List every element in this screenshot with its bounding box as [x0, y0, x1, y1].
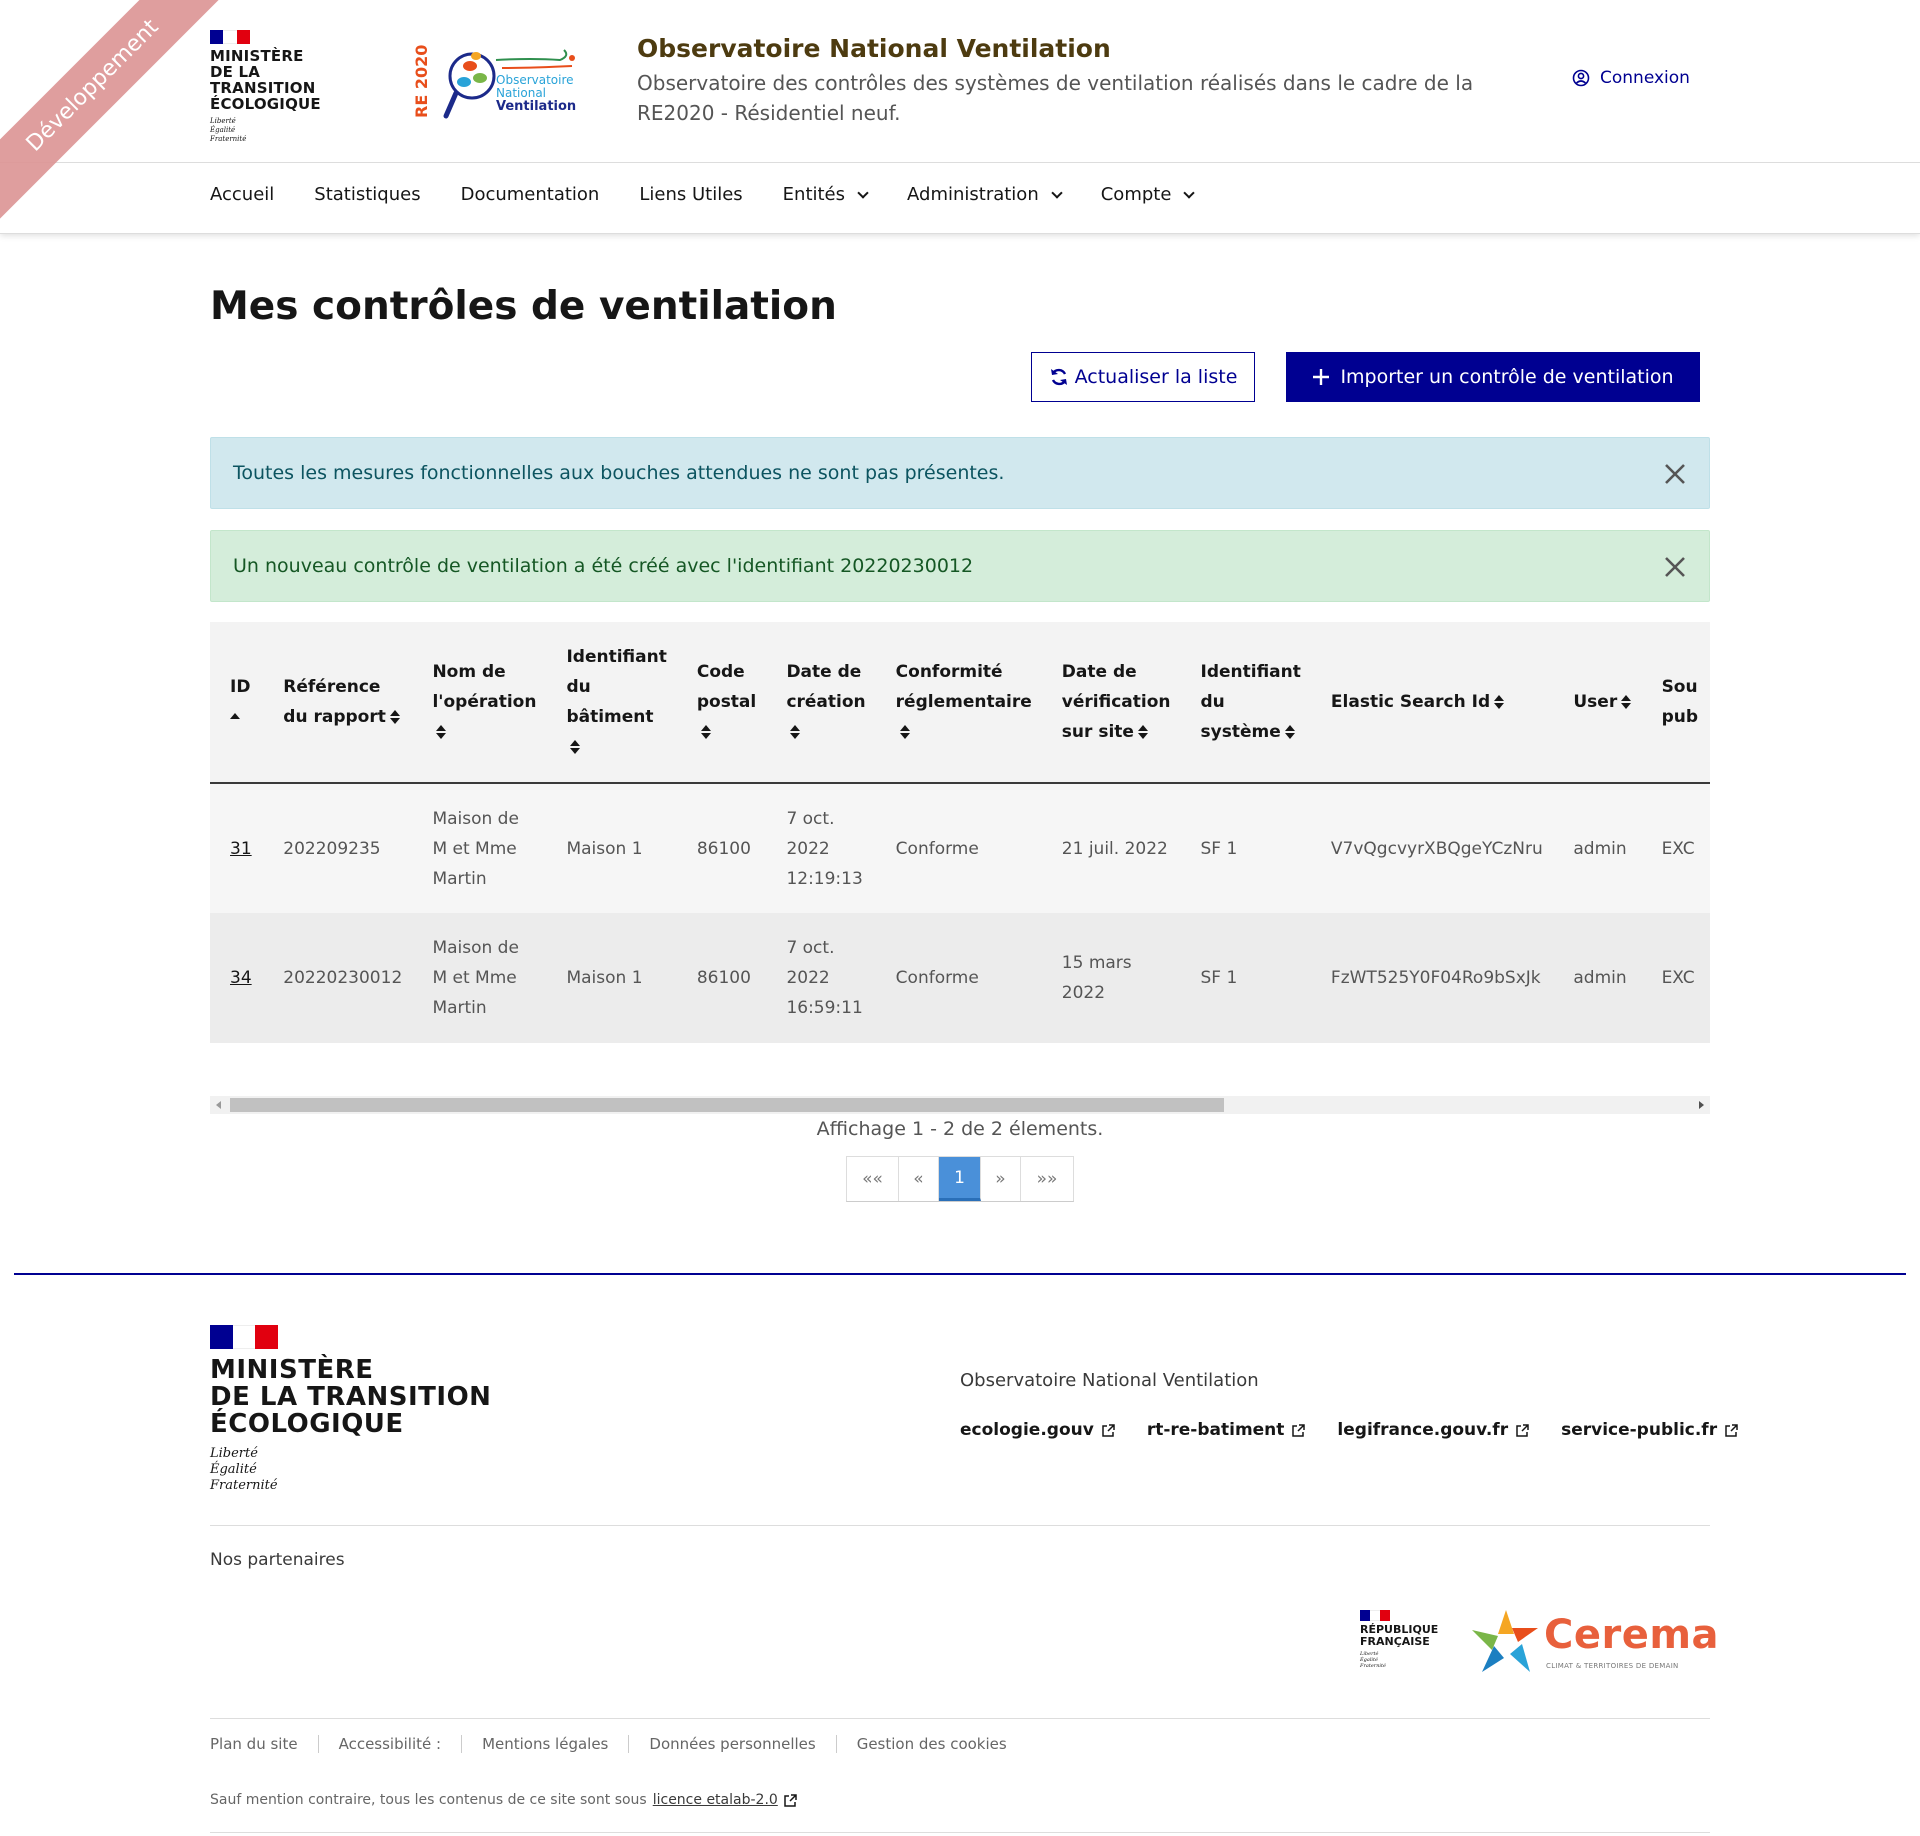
footer-link-legifrance[interactable]: legifrance.gouv.fr	[1337, 1420, 1529, 1440]
french-flag-icon	[210, 1325, 279, 1349]
column-header-source[interactable]: Sou pub	[1642, 622, 1710, 783]
row-id-link[interactable]: 34	[230, 968, 252, 988]
close-icon[interactable]	[1661, 553, 1689, 581]
column-header-user[interactable]: User	[1553, 622, 1641, 783]
controls-table: ID Référence du rapport Nom de l'opérati…	[210, 622, 1710, 1043]
sort-icon	[1621, 695, 1632, 709]
external-link-icon	[1516, 1423, 1529, 1437]
footer-link-ecologie[interactable]: ecologie.gouv	[960, 1420, 1115, 1440]
link-gestion-cookies[interactable]: Gestion des cookies	[835, 1735, 1027, 1753]
main-nav: Accueil Statistiques Documentation Liens…	[210, 162, 1920, 234]
success-alert: Un nouveau contrôle de ventilation a été…	[210, 530, 1710, 602]
horizontal-scrollbar[interactable]	[210, 1096, 1710, 1114]
sort-icon	[899, 725, 910, 739]
environment-ribbon: Développement	[0, 0, 230, 223]
plus-icon	[1313, 369, 1330, 385]
footer-ministry-logo[interactable]: MINISTÈRE DE LA TRANSITION ÉCOLOGIQUE Li…	[210, 1325, 491, 1494]
site-title[interactable]: Observatoire National Ventilation	[637, 34, 1111, 63]
page-button-current[interactable]: 1	[939, 1157, 981, 1201]
external-link-icon	[1725, 1423, 1738, 1437]
sort-icon	[436, 725, 447, 739]
republique-francaise-logo[interactable]: RÉPUBLIQUE FRANÇAISE Liberté Égalité Fra…	[1360, 1610, 1440, 1669]
column-header-batiment[interactable]: Identifiant du bâtiment	[546, 622, 676, 783]
row-id-link[interactable]: 31	[230, 839, 252, 859]
scrollbar-thumb[interactable]	[230, 1098, 1224, 1112]
nav-item-compte[interactable]: Compte	[1101, 184, 1196, 205]
column-header-conformite[interactable]: Conformité réglementaire	[876, 622, 1042, 783]
external-link-icon	[1102, 1423, 1115, 1437]
sort-icon	[1284, 725, 1295, 739]
column-header-operation[interactable]: Nom de l'opération	[412, 622, 546, 783]
sort-icon	[790, 725, 801, 739]
nav-item-liens-utiles[interactable]: Liens Utiles	[639, 184, 742, 205]
nav-item-statistiques[interactable]: Statistiques	[314, 184, 420, 205]
controls-table-container[interactable]: ID Référence du rapport Nom de l'opérati…	[210, 622, 1710, 1046]
link-donnees-personnelles[interactable]: Données personnelles	[628, 1735, 835, 1753]
import-control-button[interactable]: Importer un contrôle de ventilation	[1286, 352, 1700, 402]
partners-label: Nos partenaires	[210, 1550, 345, 1570]
column-header-date-creation[interactable]: Date de création	[766, 622, 875, 783]
scroll-left-icon[interactable]	[216, 1101, 221, 1109]
sort-icon	[700, 725, 711, 739]
footer-links: ecologie.gouv rt-re-batiment legifrance.…	[960, 1420, 1738, 1440]
next-page-button[interactable]: »	[981, 1157, 1021, 1201]
sort-icon	[570, 740, 581, 754]
refresh-icon	[1050, 368, 1067, 386]
licence-link[interactable]: licence etalab-2.0	[653, 1792, 778, 1808]
chevron-down-icon	[857, 186, 869, 199]
table-header-row: ID Référence du rapport Nom de l'opérati…	[210, 622, 1710, 783]
column-header-systeme[interactable]: Identifiant du système	[1181, 622, 1311, 783]
chevron-down-icon	[1183, 186, 1196, 199]
french-flag-icon	[1360, 1610, 1390, 1621]
sort-icon	[389, 710, 400, 724]
column-header-code-postal[interactable]: Code postal	[677, 622, 767, 783]
column-header-reference[interactable]: Référence du rapport	[263, 622, 412, 783]
info-alert: Toutes les mesures fonctionnelles aux bo…	[210, 437, 1710, 509]
cerema-star-icon	[1472, 1610, 1538, 1672]
prev-page-button[interactable]: «	[899, 1157, 939, 1201]
chevron-down-icon	[1051, 186, 1063, 199]
devise: Liberté Égalité Fraternité	[210, 1446, 278, 1493]
table-summary: Affichage 1 - 2 de 2 élements.	[816, 1118, 1104, 1140]
column-header-date-verification[interactable]: Date de vérification sur site	[1042, 622, 1181, 783]
close-icon[interactable]	[1661, 460, 1689, 488]
sort-icon	[1494, 695, 1505, 709]
footer-link-rt-re[interactable]: rt-re-batiment	[1147, 1420, 1306, 1440]
nav-item-administration[interactable]: Administration	[907, 184, 1063, 205]
login-link[interactable]: Connexion	[1572, 68, 1690, 88]
external-link-icon	[1292, 1423, 1306, 1437]
column-header-elastic-id[interactable]: Elastic Search Id	[1311, 622, 1553, 783]
nav-item-documentation[interactable]: Documentation	[461, 184, 600, 205]
footer-site-name: Observatoire National Ventilation	[960, 1370, 1259, 1391]
last-page-button[interactable]: »»	[1021, 1157, 1073, 1201]
footer-link-service-public[interactable]: service-public.fr	[1561, 1420, 1738, 1440]
user-circle-icon	[1572, 69, 1590, 87]
licence-notice: Sauf mention contraire, tous les contenu…	[210, 1792, 797, 1808]
site-description: Observatoire des contrôles des systèmes …	[637, 71, 1474, 125]
site-header: MINISTÈRE DE LA TRANSITION ÉCOLOGIQUE Li…	[0, 0, 1920, 234]
column-header-id[interactable]: ID	[210, 622, 263, 783]
first-page-button[interactable]: ««	[847, 1157, 899, 1201]
refresh-list-button[interactable]: Actualiser la liste	[1031, 352, 1255, 402]
link-mentions-legales[interactable]: Mentions légales	[461, 1735, 628, 1753]
link-accessibilite[interactable]: Accessibilité :	[317, 1735, 461, 1753]
scroll-right-icon[interactable]	[1699, 1101, 1704, 1109]
table-row: 34 20220230012 Maison de M et Mme Martin…	[210, 913, 1710, 1043]
pagination: «« « 1 » »»	[846, 1156, 1074, 1202]
external-link-icon	[784, 1793, 797, 1807]
nav-item-entites[interactable]: Entités	[783, 184, 869, 205]
sort-icon	[1137, 725, 1148, 739]
onv-logo[interactable]: RE 2020 Observatoire National Ventilatio…	[412, 38, 592, 124]
sort-asc-icon	[230, 713, 240, 721]
footer-bottom-links: Plan du site Accessibilité : Mentions lé…	[210, 1735, 1027, 1753]
link-plan-du-site[interactable]: Plan du site	[210, 1735, 318, 1753]
table-row: 31 202209235 Maison de M et Mme Martin M…	[210, 783, 1710, 913]
page-title: Mes contrôles de ventilation	[210, 284, 837, 329]
cerema-logo[interactable]: Cerema CLIMAT & TERRITOIRES DE DEMAIN	[1468, 1606, 1719, 1678]
